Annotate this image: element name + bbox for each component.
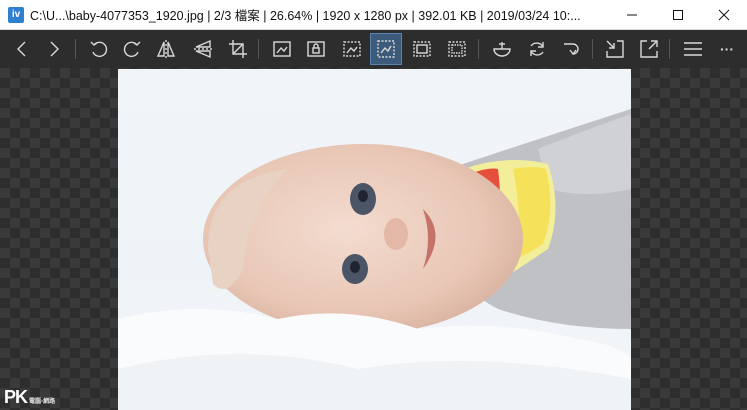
close-button[interactable] — [701, 0, 747, 30]
redo-icon — [564, 43, 579, 56]
hamburger-icon — [684, 42, 702, 56]
previous-button[interactable] — [6, 33, 38, 65]
favorite-bowl-button[interactable] — [486, 33, 518, 65]
close-icon — [718, 9, 730, 21]
app-icon: iv — [8, 6, 24, 23]
shrink-window-icon — [606, 40, 624, 58]
fit-window-button[interactable] — [599, 33, 631, 65]
zoom-auto-button[interactable] — [370, 33, 402, 65]
watermark-logo: PK 電腦‧網路 — [4, 387, 55, 408]
watermark-letters: PK — [4, 387, 28, 407]
flip-horizontal-button[interactable] — [150, 33, 182, 65]
toolbar-separator — [258, 39, 259, 59]
title-bar: iv C:\U...\baby-4077353_1920.jpg | 2/3 檔… — [0, 0, 747, 30]
lock-icon — [307, 41, 325, 57]
rotate-left-icon — [90, 41, 108, 58]
minimize-button[interactable] — [609, 0, 655, 30]
flip-vertical-button[interactable] — [187, 33, 219, 65]
menu-button[interactable] — [677, 33, 709, 65]
refresh-icon — [530, 42, 544, 56]
refresh-button[interactable] — [521, 33, 553, 65]
rotate-right-button[interactable] — [116, 33, 148, 65]
bowl-icon — [493, 42, 511, 57]
minimize-icon — [627, 14, 637, 16]
chevron-left-icon — [17, 41, 26, 57]
redo-button[interactable] — [555, 33, 587, 65]
image-canvas[interactable]: PK 電腦‧網路 — [0, 68, 747, 410]
fit-image-button[interactable] — [266, 33, 298, 65]
toolbar-separator — [75, 39, 76, 59]
toolbar-separator — [592, 39, 593, 59]
rotate-right-icon — [123, 41, 141, 58]
toolbar-separator — [669, 39, 670, 59]
more-button[interactable]: ··· — [711, 33, 743, 65]
toolbar-separator — [478, 39, 479, 59]
image-dashed-icon — [343, 41, 361, 57]
toolbar: ··· — [0, 30, 747, 68]
zoom-fill-button[interactable] — [406, 33, 438, 65]
chevron-right-icon — [50, 41, 59, 57]
window-title: C:\U...\baby-4077353_1920.jpg | 2/3 檔案 |… — [30, 9, 581, 23]
flip-vertical-icon — [194, 39, 212, 59]
image-frame-icon — [273, 41, 291, 57]
maximize-button[interactable] — [655, 0, 701, 30]
maximize-icon — [673, 10, 683, 20]
flip-horizontal-icon — [156, 40, 176, 58]
next-button[interactable] — [38, 33, 70, 65]
expand-icon — [640, 40, 658, 58]
zoom-width-button[interactable] — [336, 33, 368, 65]
crop-icon — [229, 40, 247, 58]
fullscreen-button[interactable] — [633, 33, 665, 65]
lock-zoom-button[interactable] — [300, 33, 332, 65]
image-auto-icon — [377, 40, 395, 58]
crop-button[interactable] — [222, 33, 254, 65]
watermark-subtitle: 電腦‧網路 — [29, 399, 56, 405]
rotate-left-button[interactable] — [83, 33, 115, 65]
image-actual-icon — [448, 41, 466, 57]
baby-illustration — [118, 109, 631, 410]
window-controls — [609, 0, 747, 30]
image-fill-icon — [413, 41, 431, 57]
baby-photo — [118, 69, 631, 410]
zoom-actual-button[interactable] — [441, 33, 473, 65]
